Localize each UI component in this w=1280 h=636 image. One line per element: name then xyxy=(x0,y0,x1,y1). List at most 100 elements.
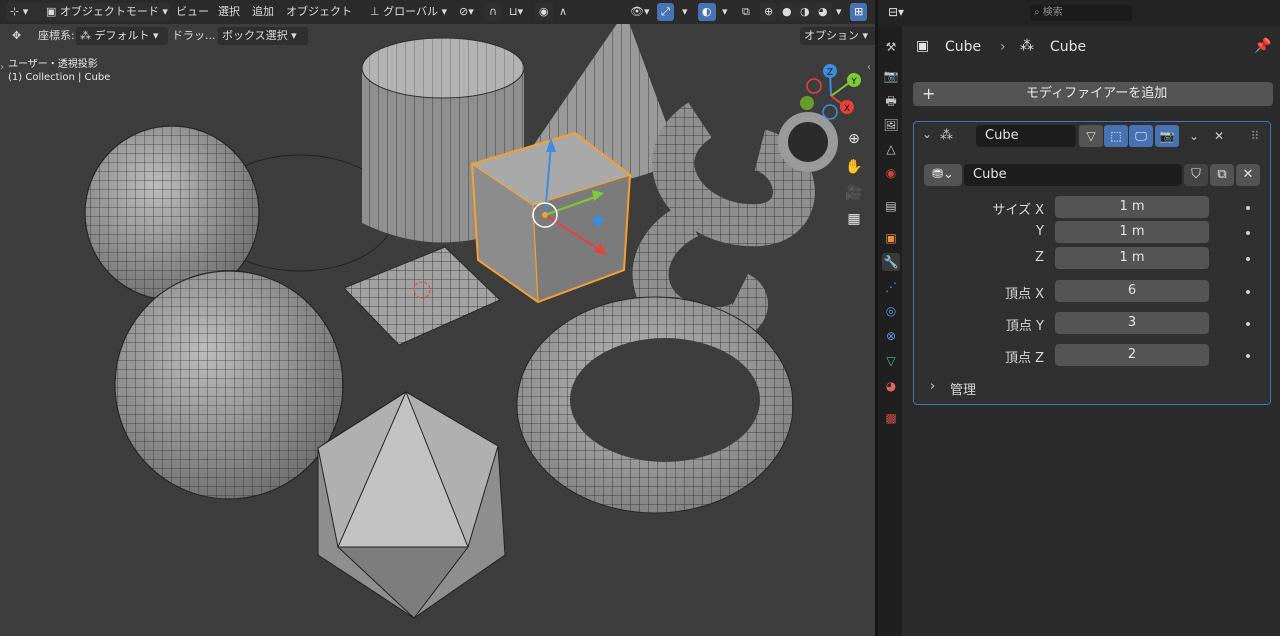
vertices-x-field[interactable]: 6 xyxy=(1055,280,1209,302)
size-x-label: サイズ X xyxy=(992,203,1044,218)
menu-add[interactable]: 追加 xyxy=(248,3,278,21)
collection-tab-icon[interactable]: ▤ xyxy=(882,197,900,215)
navigation-gizmo[interactable]: Z Y X xyxy=(795,60,870,125)
selected-cube[interactable] xyxy=(470,131,632,304)
cage-toggle-icon[interactable]: ⬚ xyxy=(1104,125,1128,147)
search-input[interactable]: ⌕ 検索 xyxy=(1030,5,1132,21)
pivot-icon[interactable]: ⊘▾ xyxy=(455,3,478,21)
falloff-icon[interactable]: ∧ xyxy=(555,3,571,21)
torus-knot[interactable] xyxy=(632,102,838,344)
object-tab-icon[interactable]: ▣ xyxy=(882,229,900,247)
overlays-dropdown-icon[interactable]: ▾ xyxy=(718,3,732,21)
size-x-field[interactable]: 1 m xyxy=(1055,196,1209,218)
keyframe-dot-icon[interactable] xyxy=(1246,231,1250,235)
orientation-icon: ⊥ xyxy=(370,5,380,18)
particles-tab-icon[interactable]: ⋰ xyxy=(882,278,900,296)
xray-icon[interactable]: ⧉ xyxy=(738,3,754,21)
modifier-menu-icon[interactable]: ⌄ xyxy=(1182,125,1206,147)
editor-type-button[interactable]: ⊟▾ xyxy=(888,5,904,19)
toolbar-expand-icon[interactable]: › xyxy=(0,62,4,73)
breadcrumb-separator-icon: › xyxy=(1000,39,1006,55)
fake-user-shield-icon[interactable]: ⛉ xyxy=(1184,164,1208,186)
edit-mode-toggle-icon[interactable]: ▽ xyxy=(1079,125,1103,147)
duplicate-icon[interactable]: ⧉ xyxy=(1210,164,1234,186)
shading-solid-icon[interactable]: ● xyxy=(778,3,796,21)
search-icon: ⌕ xyxy=(1034,7,1040,18)
editor-type-button[interactable]: ⊹ ▾ xyxy=(6,3,42,21)
menu-select[interactable]: 選択 xyxy=(214,3,244,21)
keyframe-dot-icon[interactable] xyxy=(1246,322,1250,326)
plane[interactable] xyxy=(343,246,501,346)
world-tab-icon[interactable]: ◉ xyxy=(882,164,900,182)
shading-dropdown-icon[interactable]: ▾ xyxy=(832,3,846,21)
unlink-icon[interactable]: ✕ xyxy=(1236,164,1260,186)
modifier-name-field[interactable]: Cube xyxy=(976,125,1076,147)
scene-tab-icon[interactable]: △ xyxy=(882,140,900,158)
drag-handle-icon[interactable]: ⠿ xyxy=(1243,125,1267,147)
render-toggle-icon[interactable]: 📷 xyxy=(1155,125,1179,147)
shading-rendered-icon[interactable]: ◕ xyxy=(814,3,832,21)
sidebar-toggle-icon[interactable]: ⊞ xyxy=(850,3,868,21)
gizmo-dropdown-icon[interactable]: ▾ xyxy=(678,3,692,21)
pan-hand-icon[interactable]: ✋ xyxy=(843,156,865,178)
perspective-grid-icon[interactable]: ▦ xyxy=(843,208,865,230)
texture-tab-icon[interactable]: ▩ xyxy=(882,409,900,427)
management-expand-icon[interactable]: › xyxy=(930,379,935,394)
menu-object[interactable]: オブジェクト xyxy=(282,3,356,21)
modifier-icon: ⁂ xyxy=(1020,38,1034,54)
viewport-toggle-icon[interactable]: 🖵 xyxy=(1129,125,1153,147)
transform-icon: ⁂ xyxy=(80,29,91,42)
remove-modifier-icon[interactable]: ✕ xyxy=(1207,125,1231,147)
gizmo-toggle-icon[interactable]: ⤢ xyxy=(657,3,674,21)
object-icon: ▣ xyxy=(916,38,930,54)
icosphere[interactable] xyxy=(317,390,506,619)
3d-viewport[interactable]: ⊹ ▾ ▣ オブジェクトモード ▾ ビュー 選択 追加 オブジェクト ⊥ グロー… xyxy=(0,0,875,636)
vertices-z-field[interactable]: 2 xyxy=(1055,344,1209,366)
keyframe-dot-icon[interactable] xyxy=(1246,290,1250,294)
view-layer-tab-icon[interactable]: 🖼 xyxy=(882,116,900,134)
physics-tab-icon[interactable]: ◎ xyxy=(882,302,900,320)
visibility-icon[interactable]: 👁▾ xyxy=(626,3,654,21)
mesh-browse-icon[interactable]: ⛃⌄ xyxy=(924,164,962,186)
torus[interactable] xyxy=(516,296,794,514)
plus-icon: + xyxy=(922,84,936,103)
zoom-icon[interactable]: ⊕ xyxy=(843,128,865,150)
modifier-tab-icon[interactable]: 🔧 xyxy=(882,253,900,271)
camera-view-icon[interactable]: 🎥 xyxy=(843,182,865,204)
menu-view[interactable]: ビュー xyxy=(172,3,213,21)
options-dropdown[interactable]: オプション ▾ xyxy=(800,27,875,45)
keyframe-dot-icon[interactable] xyxy=(1246,354,1250,358)
uv-sphere-bottom[interactable] xyxy=(114,270,344,500)
collapse-chevron-icon[interactable]: ⌄ xyxy=(922,127,932,141)
size-y-field[interactable]: 1 m xyxy=(1055,221,1209,243)
mesh-name-field[interactable]: Cube xyxy=(964,164,1182,186)
constraints-tab-icon[interactable]: ⊗ xyxy=(882,327,900,345)
coord-dropdown[interactable]: ⁂ デフォルト ▾ xyxy=(76,27,168,45)
keyframe-dot-icon[interactable] xyxy=(1246,257,1250,261)
mode-dropdown[interactable]: ▣ オブジェクトモード ▾ xyxy=(42,3,170,21)
breadcrumb-object: Cube xyxy=(945,39,982,55)
render-tab-icon[interactable]: 📷 xyxy=(882,67,900,85)
overlays-toggle-icon[interactable]: ◐ xyxy=(698,3,716,21)
scene-canvas[interactable] xyxy=(0,0,875,636)
keyframe-dot-icon[interactable] xyxy=(1246,206,1250,210)
add-modifier-button[interactable]: + モディファイアーを追加 xyxy=(913,82,1273,106)
management-section[interactable]: 管理 xyxy=(950,379,976,398)
snap-target-icon[interactable]: ⊔▾ xyxy=(505,3,527,21)
output-tab-icon[interactable]: 🖶 xyxy=(882,92,900,110)
pin-icon[interactable]: 📌 xyxy=(1254,38,1271,54)
drag-dropdown[interactable]: ボックス選択 ▾ xyxy=(218,27,308,45)
vertices-y-field[interactable]: 3 xyxy=(1055,312,1209,334)
proportional-edit-icon[interactable]: ◉ xyxy=(535,3,553,21)
material-tab-icon[interactable]: ◕ xyxy=(882,377,900,395)
gizmo-x-label: X xyxy=(844,104,850,114)
shading-wireframe-icon[interactable]: ⊕ xyxy=(760,3,778,21)
tool-tab-icon[interactable]: ⚒ xyxy=(882,38,900,56)
size-z-field[interactable]: 1 m xyxy=(1055,247,1209,269)
transform-orientation-dropdown[interactable]: ⊥ グローバル ▾ xyxy=(366,3,451,21)
snap-icon[interactable]: ∩ xyxy=(485,3,502,21)
move-tool-icon[interactable]: ✥ xyxy=(8,27,25,45)
size-y-label: Y xyxy=(1036,224,1044,239)
shading-material-icon[interactable]: ◑ xyxy=(796,3,814,21)
data-tab-icon[interactable]: ▽ xyxy=(882,352,900,370)
